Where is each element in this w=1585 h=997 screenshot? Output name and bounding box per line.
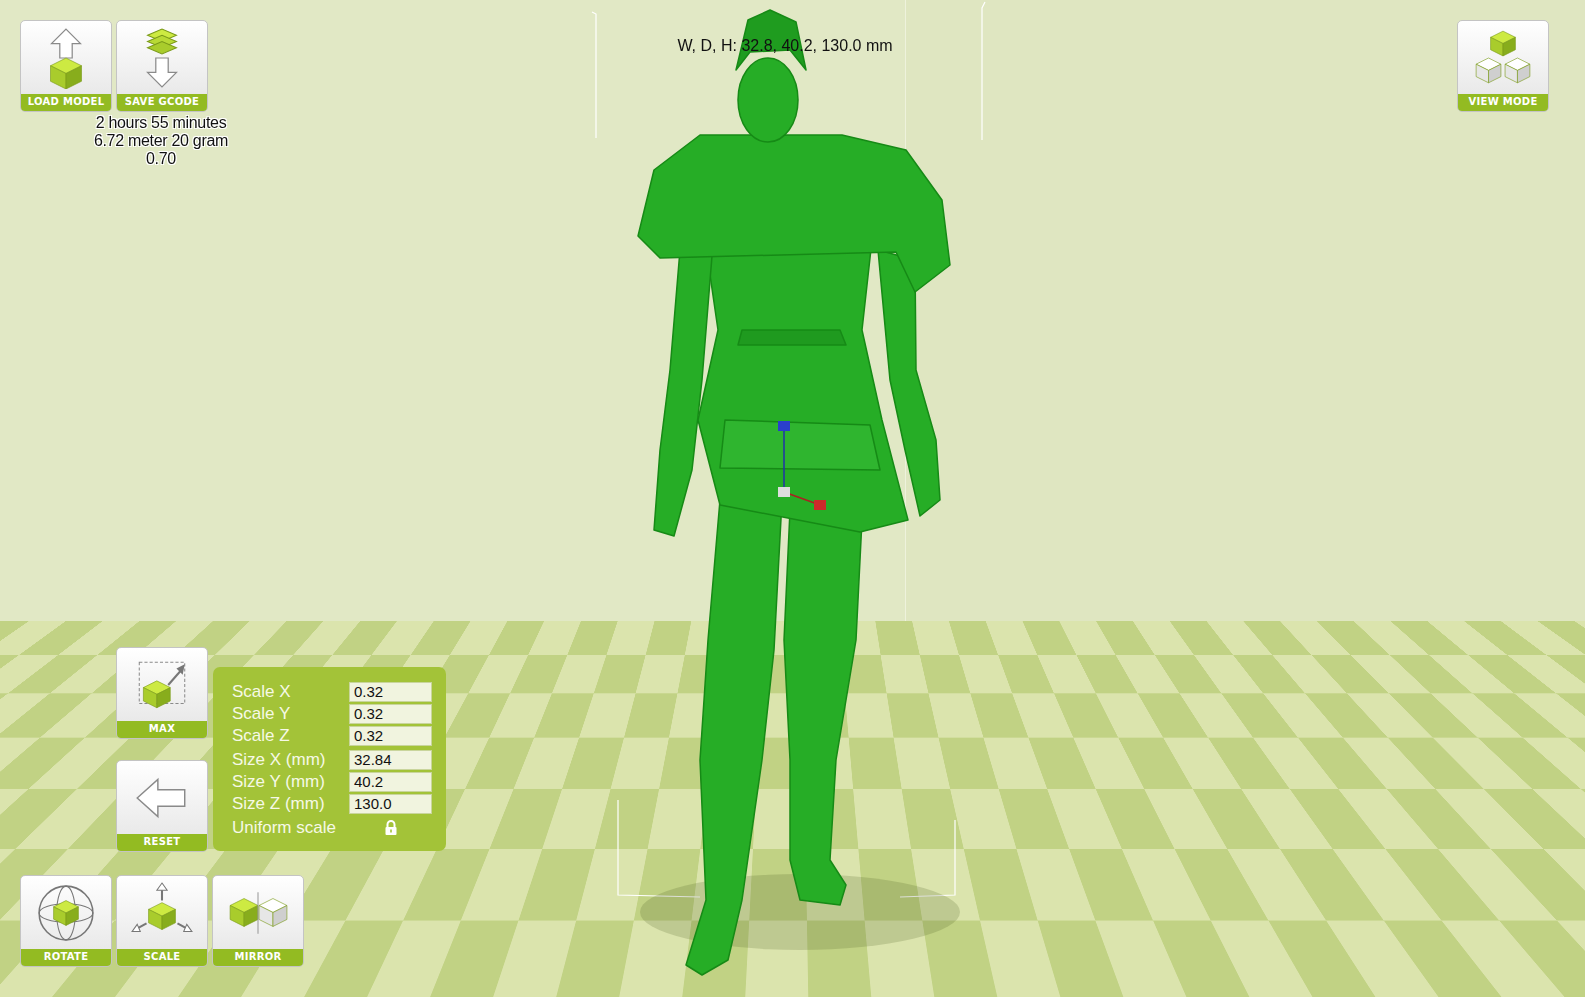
build-volume bbox=[592, 2, 985, 897]
uniform-scale-label: Uniform scale bbox=[232, 818, 336, 838]
maximize-icon bbox=[117, 648, 207, 721]
print-info-line: 0.70 bbox=[66, 150, 256, 168]
scale-field-label: Size Y (mm) bbox=[232, 772, 325, 792]
uniform-scale-row: Uniform scale bbox=[232, 817, 432, 839]
scale-field-input[interactable] bbox=[349, 794, 432, 814]
figure-model[interactable] bbox=[638, 10, 950, 975]
move-gizmo[interactable] bbox=[778, 421, 826, 510]
view-mode-icon bbox=[1458, 21, 1548, 94]
scale-field-input[interactable] bbox=[349, 750, 432, 770]
load-model-button[interactable]: LOAD MODEL bbox=[20, 20, 112, 112]
view-mode-button-label: VIEW MODE bbox=[1458, 94, 1548, 111]
scale-field-input[interactable] bbox=[349, 682, 432, 702]
tool-bar: ROTATE SCALE MIRROR bbox=[20, 875, 304, 967]
top-toolbar: LOAD MODEL SAVE GCODE bbox=[20, 20, 208, 112]
scale-field-row: Scale Y bbox=[232, 703, 432, 725]
load-model-button-label: LOAD MODEL bbox=[21, 94, 111, 111]
scale-field-label: Scale X bbox=[232, 682, 291, 702]
scale-field-input[interactable] bbox=[349, 704, 432, 724]
view-mode-button[interactable]: VIEW MODE bbox=[1457, 20, 1549, 112]
print-info-line: 6.72 meter 20 gram bbox=[66, 132, 256, 150]
scale-field-label: Size X (mm) bbox=[232, 750, 326, 770]
scale-field-label: Scale Y bbox=[232, 704, 290, 724]
rotate-icon bbox=[21, 876, 111, 949]
scale-button-label: SCALE bbox=[117, 949, 207, 966]
scale-icon bbox=[117, 876, 207, 949]
scale-field-row: Size Z (mm) bbox=[232, 793, 432, 815]
print-info: 2 hours 55 minutes6.72 meter 20 gram0.70 bbox=[66, 114, 256, 168]
print-info-line: 2 hours 55 minutes bbox=[66, 114, 256, 132]
rotate-button-label: ROTATE bbox=[21, 949, 111, 966]
lock-icon[interactable] bbox=[384, 820, 432, 836]
mirror-button-label: MIRROR bbox=[213, 949, 303, 966]
mirror-button[interactable]: MIRROR bbox=[212, 875, 304, 967]
scale-field-input[interactable] bbox=[349, 726, 432, 746]
scale-field-row: Size Y (mm) bbox=[232, 771, 432, 793]
load-model-icon bbox=[21, 21, 111, 94]
scale-field-label: Scale Z bbox=[232, 726, 290, 746]
reset-button-label: RESET bbox=[117, 834, 207, 851]
scale-panel: Scale XScale YScale Z Size X (mm)Size Y (… bbox=[213, 667, 446, 851]
max-button[interactable]: MAX bbox=[116, 647, 208, 739]
scale-side-buttons: MAX RESET bbox=[116, 647, 208, 852]
model-dimensions: W, D, H: 32.8, 40.2, 130.0 mm bbox=[600, 36, 970, 56]
mirror-icon bbox=[213, 876, 303, 949]
save-gcode-button[interactable]: SAVE GCODE bbox=[116, 20, 208, 112]
reset-button[interactable]: RESET bbox=[116, 760, 208, 852]
save-gcode-button-label: SAVE GCODE bbox=[117, 94, 207, 111]
scale-field-row: Scale Z bbox=[232, 725, 432, 747]
rotate-button[interactable]: ROTATE bbox=[20, 875, 112, 967]
scale-field-row: Scale X bbox=[232, 681, 432, 703]
view-mode-group: VIEW MODE bbox=[1457, 20, 1549, 112]
save-gcode-icon bbox=[117, 21, 207, 94]
max-button-label: MAX bbox=[117, 721, 207, 738]
scale-field-input[interactable] bbox=[349, 772, 432, 792]
left-arrow-icon bbox=[117, 761, 207, 834]
scale-field-label: Size Z (mm) bbox=[232, 794, 325, 814]
scale-button[interactable]: SCALE bbox=[116, 875, 208, 967]
scale-field-row: Size X (mm) bbox=[232, 749, 432, 771]
